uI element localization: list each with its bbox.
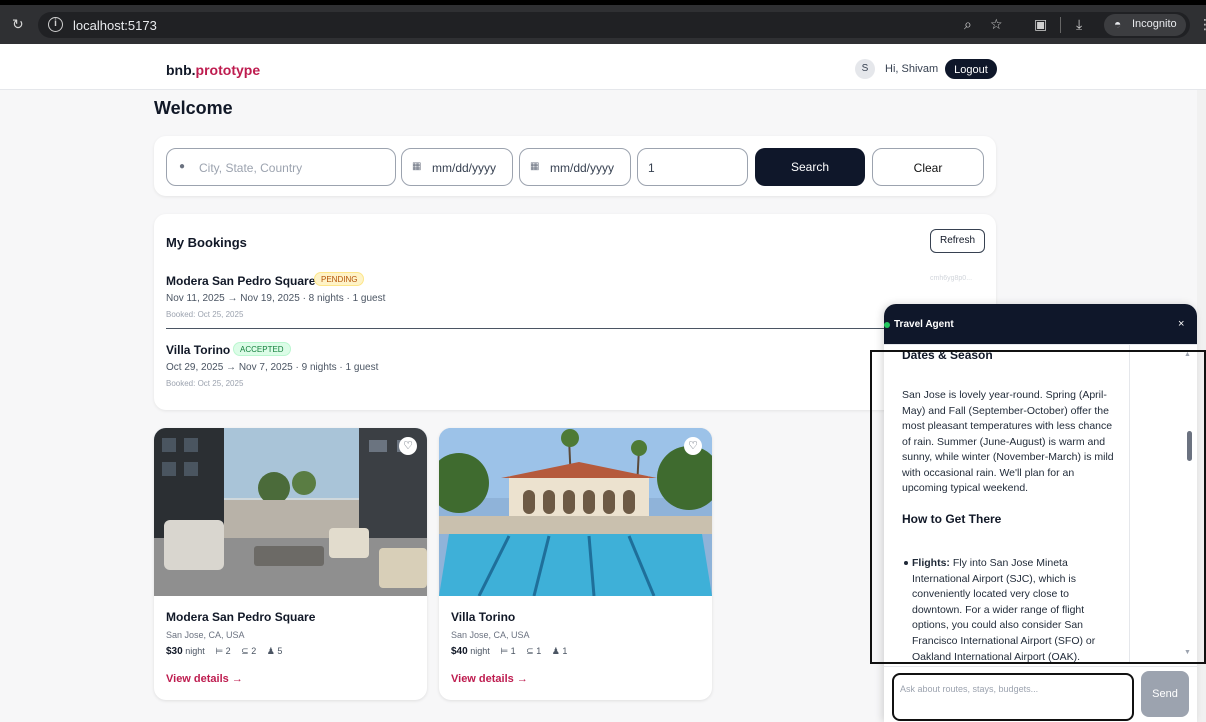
view-details-link[interactable]: View details → xyxy=(451,673,528,685)
toolbar-divider xyxy=(1060,17,1061,33)
brand-main: bnb. xyxy=(166,62,196,78)
bookings-title: My Bookings xyxy=(166,235,247,250)
listing-card[interactable]: ♡ Villa Torino San Jose, CA, USA $40 nig… xyxy=(439,428,712,700)
listing-price-row: $40 night ⊨ 1 ⊆ 1 ♟ 1 xyxy=(451,646,567,657)
listing-name: Modera San Pedro Square xyxy=(166,610,316,624)
logout-button[interactable]: Logout xyxy=(945,59,997,79)
site-info-icon[interactable]: i xyxy=(48,17,63,32)
favorite-heart-icon[interactable]: ♡ xyxy=(684,437,702,455)
browser-toolbar: ↻ i localhost:5173 ⌕ ☆ ▣ ⤓ Incognito ◓ ⋮ xyxy=(0,0,1206,44)
checkin-value: mm/dd/yyyy xyxy=(432,161,497,175)
listing-price: $30 xyxy=(166,646,183,657)
booking-created: Booked: Oct 25, 2025 xyxy=(166,379,244,388)
baths-count: 1 xyxy=(536,646,542,656)
focus-outline xyxy=(870,350,1206,664)
avatar[interactable]: S xyxy=(855,59,875,79)
bath-icon: ⊆ xyxy=(241,646,249,656)
address-bar[interactable] xyxy=(38,12,1190,38)
search-button[interactable]: Search xyxy=(755,148,865,186)
listing-location: San Jose, CA, USA xyxy=(166,630,245,640)
listing-card[interactable]: ♡ Modera San Pedro Square San Jose, CA, … xyxy=(154,428,427,700)
chat-composer: Ask about routes, stays, budgets... Send xyxy=(884,666,1197,722)
status-badge: PENDING xyxy=(314,272,365,286)
booking-divider xyxy=(166,328,886,329)
booking-name: Modera San Pedro Square xyxy=(166,274,316,288)
listing-price-row: $30 night ⊨ 2 ⊆ 2 ♟ 5 xyxy=(166,646,282,657)
listing-price: $40 xyxy=(451,646,468,657)
listing-name: Villa Torino xyxy=(451,610,516,624)
brand-accent: prototype xyxy=(195,62,261,78)
location-pin-icon: ● xyxy=(179,161,186,172)
reader-mode-icon[interactable]: ▣ xyxy=(1034,16,1047,33)
booking-dates: Nov 11, 2025 → Nov 19, 2025 · 8 nights ·… xyxy=(166,293,386,304)
guests-count: 5 xyxy=(277,646,283,656)
price-unit: night xyxy=(470,646,490,656)
close-icon[interactable]: × xyxy=(1178,318,1184,330)
download-icon[interactable]: ⤓ xyxy=(1076,16,1082,33)
guests-value: 1 xyxy=(648,161,655,175)
status-badge: ACCEPTED xyxy=(233,342,291,356)
booking-created: Booked: Oct 25, 2025 xyxy=(166,310,244,319)
brand-logo[interactable]: bnb.prototype xyxy=(166,62,260,78)
user-greeting: Hi, Shivam xyxy=(885,63,939,75)
calendar-icon: ▦ xyxy=(412,161,422,172)
online-status-dot xyxy=(884,322,890,328)
chat-title: Travel Agent xyxy=(894,319,954,330)
baths-count: 2 xyxy=(251,646,257,656)
location-input[interactable]: ● City, State, Country xyxy=(166,148,396,186)
zoom-icon[interactable]: ⌕ xyxy=(964,16,972,33)
window-edge xyxy=(0,0,1206,5)
beds-count: 2 xyxy=(225,646,231,656)
listing-location: San Jose, CA, USA xyxy=(451,630,530,640)
booking-dates: Oct 29, 2025 → Nov 7, 2025 · 9 nights · … xyxy=(166,362,379,373)
app-header: bnb.prototype xyxy=(0,44,1206,90)
checkin-date-input[interactable]: ▦ mm/dd/yyyy xyxy=(401,148,513,186)
clear-button[interactable]: Clear xyxy=(872,148,984,186)
calendar-icon: ▦ xyxy=(530,161,540,172)
bath-icon: ⊆ xyxy=(526,646,534,656)
guest-icon: ♟ xyxy=(266,646,275,656)
guests-count: 1 xyxy=(562,646,568,656)
beds-count: 1 xyxy=(510,646,516,656)
checkout-value: mm/dd/yyyy xyxy=(550,161,615,175)
reload-icon[interactable]: ↻ xyxy=(12,16,24,33)
guest-icon: ♟ xyxy=(551,646,560,656)
location-placeholder: City, State, Country xyxy=(199,161,303,175)
chat-input[interactable]: Ask about routes, stays, budgets... xyxy=(892,673,1134,721)
listing-photo xyxy=(439,428,712,596)
checkout-date-input[interactable]: ▦ mm/dd/yyyy xyxy=(519,148,631,186)
page-title: Welcome xyxy=(154,98,233,118)
incognito-icon: ◓ xyxy=(1114,17,1122,31)
bookmark-star-icon[interactable]: ☆ xyxy=(990,16,1003,33)
bed-icon: ⊨ xyxy=(215,646,224,656)
guests-input[interactable]: 1 xyxy=(637,148,748,186)
chat-header: Travel Agent × xyxy=(884,304,1197,344)
favorite-heart-icon[interactable]: ♡ xyxy=(399,437,417,455)
refresh-button[interactable]: Refresh xyxy=(930,229,985,253)
booking-name: Villa Torino xyxy=(166,343,231,357)
send-button[interactable]: Send xyxy=(1141,671,1189,717)
browser-menu-icon[interactable]: ⋮ xyxy=(1198,16,1206,33)
bed-icon: ⊨ xyxy=(500,646,509,656)
listing-photo xyxy=(154,428,427,596)
incognito-label: Incognito xyxy=(1132,18,1177,30)
url-text[interactable]: localhost:5173 xyxy=(73,18,157,33)
booking-id: cmh6yg8p0... xyxy=(930,275,973,282)
price-unit: night xyxy=(185,646,205,656)
view-details-link[interactable]: View details → xyxy=(166,673,243,685)
